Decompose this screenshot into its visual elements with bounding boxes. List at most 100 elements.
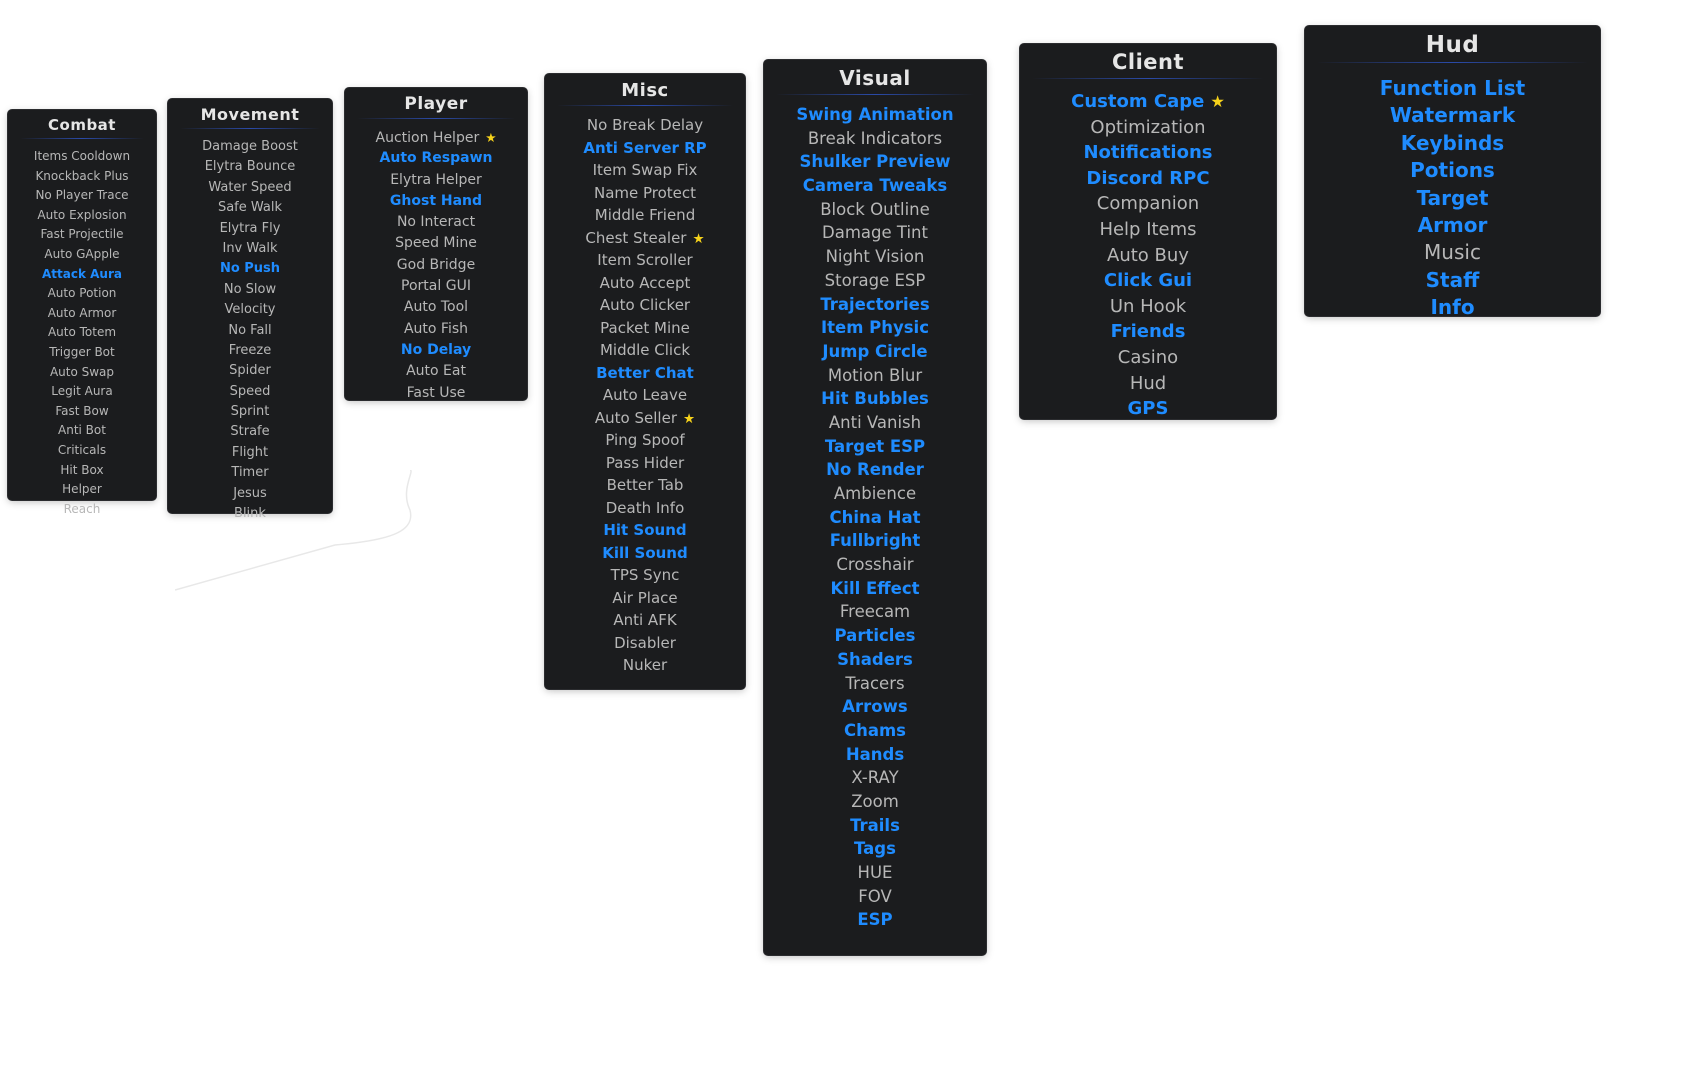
module-item-kill-sound[interactable]: Kill Sound — [545, 542, 745, 565]
module-item-friends[interactable]: Friends — [1020, 319, 1276, 345]
module-item-no-slow[interactable]: No Slow — [168, 280, 332, 300]
module-item-function-list[interactable]: Function List — [1305, 75, 1600, 102]
module-item-middle-friend[interactable]: Middle Friend — [545, 204, 745, 227]
module-item-hue[interactable]: HUE — [764, 861, 986, 885]
module-item-speed[interactable]: Speed — [168, 382, 332, 402]
module-item-info[interactable]: Info — [1305, 294, 1600, 321]
module-item-x-ray[interactable]: X-RAY — [764, 766, 986, 790]
module-item-no-fall[interactable]: No Fall — [168, 321, 332, 341]
module-item-name-protect[interactable]: Name Protect — [545, 182, 745, 205]
module-item-discord-rpc[interactable]: Discord RPC — [1020, 166, 1276, 192]
module-item-crosshair[interactable]: Crosshair — [764, 553, 986, 577]
module-item-chest-stealer[interactable]: Chest Stealer ★ — [545, 227, 745, 250]
module-item-elytra-bounce[interactable]: Elytra Bounce — [168, 157, 332, 177]
module-item-auto-leave[interactable]: Auto Leave — [545, 384, 745, 407]
module-item-ambience[interactable]: Ambience — [764, 482, 986, 506]
module-item-motion-blur[interactable]: Motion Blur — [764, 364, 986, 388]
module-item-helper[interactable]: Helper — [8, 480, 156, 500]
module-item-ghost-hand[interactable]: Ghost Hand — [345, 191, 527, 212]
panel-title-client[interactable]: Client — [1020, 44, 1276, 74]
module-item-no-interact[interactable]: No Interact — [345, 212, 527, 233]
panel-title-movement[interactable]: Movement — [168, 99, 332, 124]
star-icon[interactable]: ★ — [1210, 92, 1225, 111]
module-item-shaders[interactable]: Shaders — [764, 648, 986, 672]
module-item-esp[interactable]: ESP — [764, 908, 986, 932]
module-item-auto-clicker[interactable]: Auto Clicker — [545, 294, 745, 317]
module-item-camera-tweaks[interactable]: Camera Tweaks — [764, 174, 986, 198]
module-item-shulker-preview[interactable]: Shulker Preview — [764, 150, 986, 174]
module-item-velocity[interactable]: Velocity — [168, 300, 332, 320]
module-item-sprint[interactable]: Sprint — [168, 402, 332, 422]
panel-title-combat[interactable]: Combat — [8, 110, 156, 134]
module-item-air-place[interactable]: Air Place — [545, 587, 745, 610]
module-item-auto-armor[interactable]: Auto Armor — [8, 304, 156, 324]
module-item-reach[interactable]: Reach — [8, 500, 156, 520]
module-item-target-esp[interactable]: Target ESP — [764, 435, 986, 459]
module-item-elytra-fly[interactable]: Elytra Fly — [168, 219, 332, 239]
module-item-packet-mine[interactable]: Packet Mine — [545, 317, 745, 340]
module-item-flight[interactable]: Flight — [168, 443, 332, 463]
panel-title-player[interactable]: Player — [345, 88, 527, 114]
module-item-middle-click[interactable]: Middle Click — [545, 339, 745, 362]
module-item-disabler[interactable]: Disabler — [545, 632, 745, 655]
module-item-keybinds[interactable]: Keybinds — [1305, 130, 1600, 157]
module-item-tags[interactable]: Tags — [764, 837, 986, 861]
module-item-auto-tool[interactable]: Auto Tool — [345, 297, 527, 318]
module-item-freeze[interactable]: Freeze — [168, 341, 332, 361]
module-item-help-items[interactable]: Help Items — [1020, 217, 1276, 243]
module-item-trigger-bot[interactable]: Trigger Bot — [8, 343, 156, 363]
module-item-arrows[interactable]: Arrows — [764, 695, 986, 719]
module-item-potions[interactable]: Potions — [1305, 157, 1600, 184]
star-icon[interactable]: ★ — [683, 411, 695, 427]
module-item-anti-vanish[interactable]: Anti Vanish — [764, 411, 986, 435]
module-item-no-break-delay[interactable]: No Break Delay — [545, 114, 745, 137]
module-item-ping-spoof[interactable]: Ping Spoof — [545, 429, 745, 452]
module-item-anti-bot[interactable]: Anti Bot — [8, 421, 156, 441]
module-item-trajectories[interactable]: Trajectories — [764, 293, 986, 317]
module-item-safe-walk[interactable]: Safe Walk — [168, 198, 332, 218]
panel-title-misc[interactable]: Misc — [545, 74, 745, 101]
module-item-companion[interactable]: Companion — [1020, 191, 1276, 217]
module-item-nuker[interactable]: Nuker — [545, 654, 745, 677]
module-item-fast-use[interactable]: Fast Use — [345, 383, 527, 404]
module-item-fast-projectile[interactable]: Fast Projectile — [8, 225, 156, 245]
module-item-portal-gui[interactable]: Portal GUI — [345, 276, 527, 297]
module-item-auction-helper[interactable]: Auction Helper ★ — [345, 127, 527, 148]
module-item-better-tab[interactable]: Better Tab — [545, 474, 745, 497]
module-item-auto-respawn[interactable]: Auto Respawn — [345, 148, 527, 169]
module-item-fullbright[interactable]: Fullbright — [764, 529, 986, 553]
module-item-legit-aura[interactable]: Legit Aura — [8, 382, 156, 402]
module-item-auto-potion[interactable]: Auto Potion — [8, 284, 156, 304]
module-item-music[interactable]: Music — [1305, 239, 1600, 266]
module-item-auto-buy[interactable]: Auto Buy — [1020, 243, 1276, 269]
module-item-particles[interactable]: Particles — [764, 624, 986, 648]
module-item-break-indicators[interactable]: Break Indicators — [764, 127, 986, 151]
panel-title-visual[interactable]: Visual — [764, 60, 986, 90]
star-icon[interactable]: ★ — [692, 231, 704, 247]
module-item-swing-animation[interactable]: Swing Animation — [764, 103, 986, 127]
module-item-death-info[interactable]: Death Info — [545, 497, 745, 520]
module-item-un-hook[interactable]: Un Hook — [1020, 294, 1276, 320]
module-item-watermark[interactable]: Watermark — [1305, 102, 1600, 129]
module-item-optimization[interactable]: Optimization — [1020, 115, 1276, 141]
module-item-custom-cape[interactable]: Custom Cape ★ — [1020, 89, 1276, 115]
module-item-no-push[interactable]: No Push — [168, 259, 332, 279]
module-item-china-hat[interactable]: China Hat — [764, 506, 986, 530]
module-item-jump-circle[interactable]: Jump Circle — [764, 340, 986, 364]
module-item-no-render[interactable]: No Render — [764, 458, 986, 482]
module-item-elytra-helper[interactable]: Elytra Helper — [345, 170, 527, 191]
module-item-damage-boost[interactable]: Damage Boost — [168, 137, 332, 157]
module-item-trails[interactable]: Trails — [764, 814, 986, 838]
module-item-no-delay[interactable]: No Delay — [345, 340, 527, 361]
module-item-auto-explosion[interactable]: Auto Explosion — [8, 206, 156, 226]
panel-title-hud[interactable]: Hud — [1305, 26, 1600, 58]
module-item-fast-bow[interactable]: Fast Bow — [8, 402, 156, 422]
module-item-tracers[interactable]: Tracers — [764, 672, 986, 696]
module-item-damage-tint[interactable]: Damage Tint — [764, 221, 986, 245]
module-item-zoom[interactable]: Zoom — [764, 790, 986, 814]
module-item-storage-esp[interactable]: Storage ESP — [764, 269, 986, 293]
module-item-auto-totem[interactable]: Auto Totem — [8, 323, 156, 343]
module-item-auto-accept[interactable]: Auto Accept — [545, 272, 745, 295]
module-item-anti-afk[interactable]: Anti AFK — [545, 609, 745, 632]
module-item-auto-swap[interactable]: Auto Swap — [8, 363, 156, 383]
